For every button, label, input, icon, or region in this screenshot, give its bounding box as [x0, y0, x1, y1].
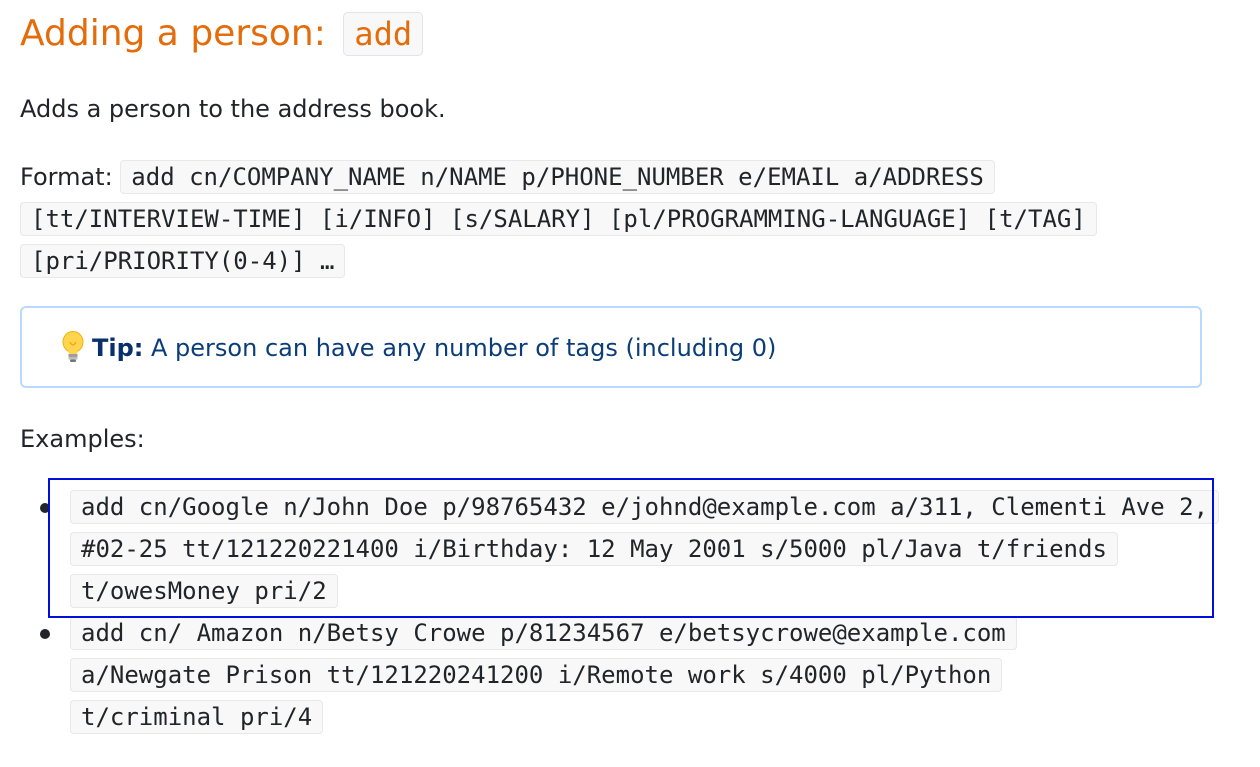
list-item: add cn/Google n/John Doe p/98765432 e/jo… [20, 486, 1230, 612]
command-description: Adds a person to the address book. [20, 95, 446, 123]
lightbulb-icon [60, 330, 86, 364]
example-code: add cn/Google n/John Doe p/98765432 e/jo… [70, 490, 1220, 608]
format-code: add cn/COMPANY_NAME n/NAME p/PHONE_NUMBE… [20, 160, 1097, 278]
tip-text: A person can have any number of tags (in… [143, 334, 777, 362]
format-label: Format: [20, 163, 121, 191]
tip-content: Tip: A person can have any number of tag… [60, 330, 776, 365]
bullet [40, 503, 50, 513]
section-heading-command: add [343, 12, 424, 56]
command-format: Format: add cn/COMPANY_NAME n/NAME p/PHO… [20, 156, 1160, 282]
section-heading-text: Adding a person: [20, 13, 338, 54]
tip-label: Tip: [92, 334, 144, 362]
example-wrapper: add cn/ Amazon n/Betsy Crowe p/81234567 … [70, 616, 1017, 734]
bullet [40, 629, 50, 639]
examples-heading: Examples: [20, 425, 145, 453]
section-heading: Adding a person: add [20, 8, 424, 60]
tip-callout: Tip: A person can have any number of tag… [20, 306, 1202, 388]
example-code: add cn/ Amazon n/Betsy Crowe p/81234567 … [70, 616, 1017, 734]
examples-list: add cn/Google n/John Doe p/98765432 e/jo… [20, 486, 1240, 738]
example-wrapper: add cn/Google n/John Doe p/98765432 e/jo… [70, 490, 1220, 611]
list-item: add cn/ Amazon n/Betsy Crowe p/81234567 … [20, 612, 1130, 738]
